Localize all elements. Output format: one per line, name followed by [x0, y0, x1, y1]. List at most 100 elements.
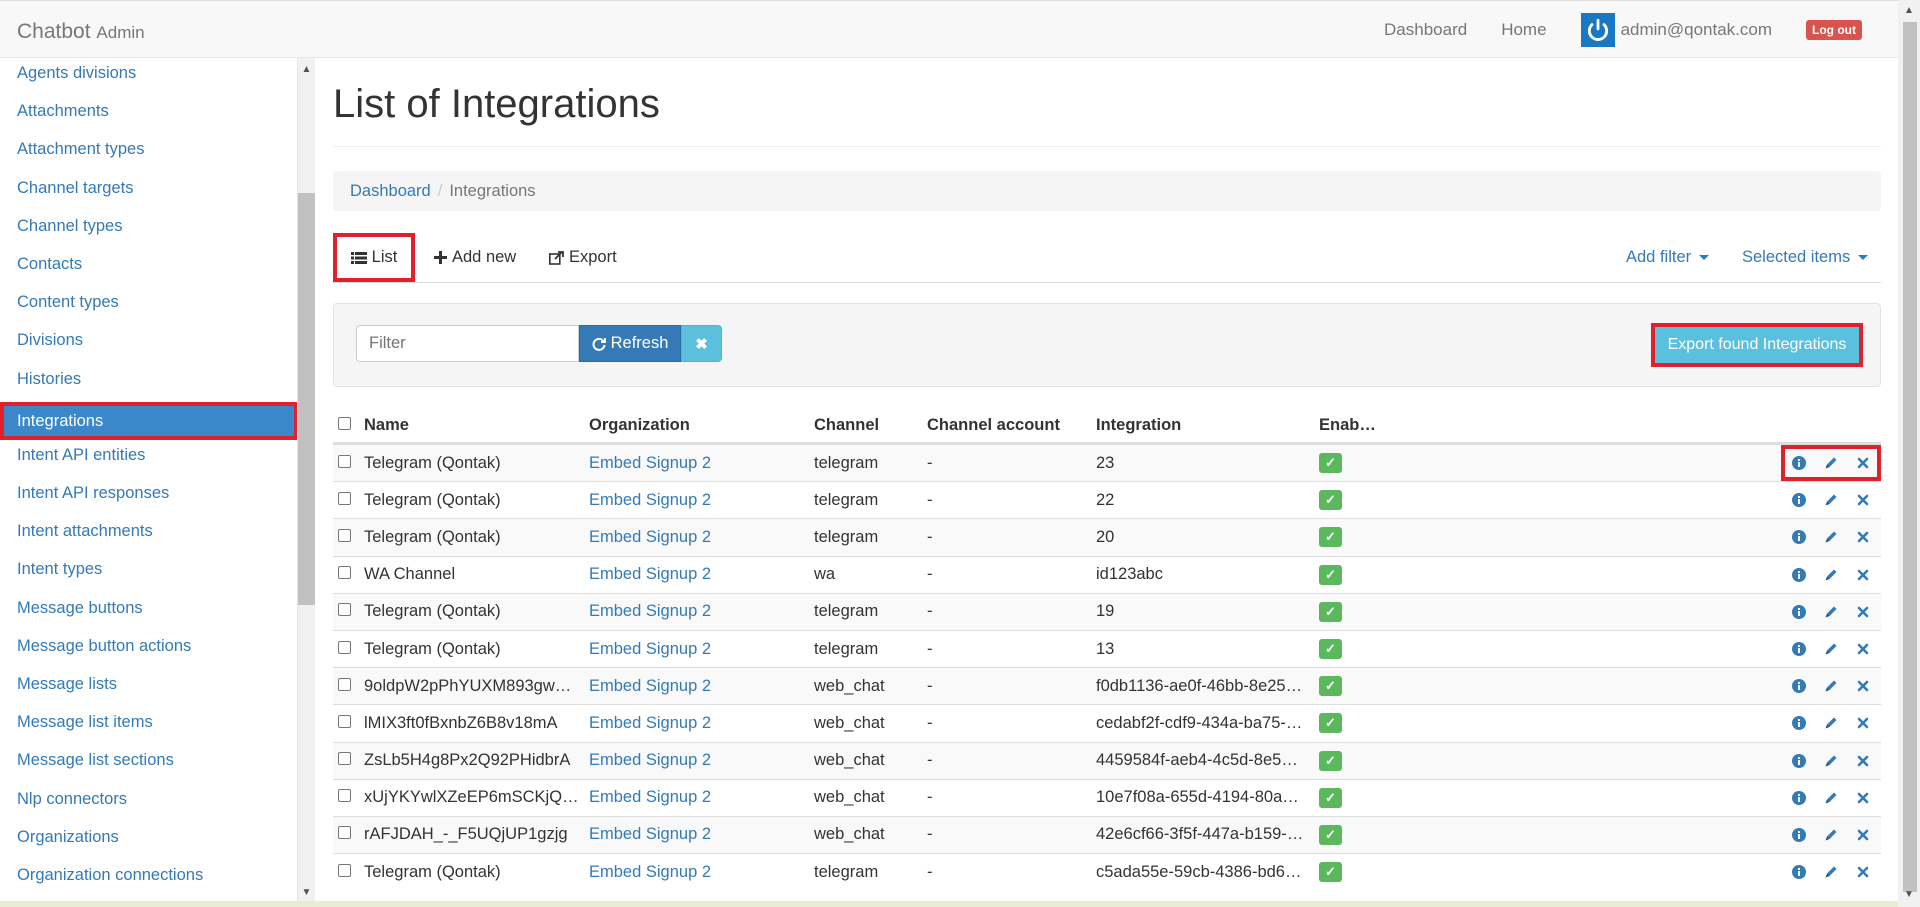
cell-organization-link[interactable]: Embed Signup 2 — [589, 640, 799, 659]
info-icon[interactable] — [1791, 492, 1807, 508]
info-icon[interactable] — [1791, 790, 1807, 806]
pencil-icon[interactable] — [1823, 529, 1839, 545]
pencil-icon[interactable] — [1823, 455, 1839, 471]
pencil-icon[interactable] — [1823, 790, 1839, 806]
pencil-icon[interactable] — [1823, 827, 1839, 843]
close-icon[interactable] — [1855, 567, 1871, 583]
cell-organization-link[interactable]: Embed Signup 2 — [589, 825, 799, 844]
close-icon[interactable] — [1855, 790, 1871, 806]
row-checkbox[interactable] — [338, 566, 351, 580]
cell-organization-link[interactable]: Embed Signup 2 — [589, 714, 799, 733]
row-checkbox[interactable] — [338, 677, 351, 691]
row-checkbox[interactable] — [338, 826, 351, 840]
sidebar-item-message-button-actions[interactable]: Message button actions — [0, 631, 297, 669]
refresh-button[interactable]: Refresh — [579, 325, 681, 362]
nav-home-link[interactable]: Home — [1501, 20, 1546, 40]
row-checkbox[interactable] — [338, 640, 351, 654]
cell-organization-link[interactable]: Embed Signup 2 — [589, 528, 799, 547]
close-icon[interactable] — [1855, 827, 1871, 843]
info-icon[interactable] — [1791, 604, 1807, 620]
sidebar-item-message-lists[interactable]: Message lists — [0, 669, 297, 707]
sidebar-item-attachments[interactable]: Attachments — [0, 96, 297, 134]
cell-organization-link[interactable]: Embed Signup 2 — [589, 454, 799, 473]
close-icon[interactable] — [1855, 604, 1871, 620]
sidebar-item-intent-api-responses[interactable]: Intent API responses — [0, 478, 297, 516]
row-checkbox[interactable] — [338, 863, 351, 877]
cell-organization-link[interactable]: Embed Signup 2 — [589, 677, 799, 696]
row-checkbox[interactable] — [338, 752, 351, 766]
close-icon[interactable] — [1855, 864, 1871, 880]
info-icon[interactable] — [1791, 827, 1807, 843]
clear-filter-button[interactable]: ✖ — [681, 325, 722, 362]
row-checkbox[interactable] — [338, 714, 351, 728]
export-found-button[interactable]: Export found Integrations — [1651, 323, 1863, 367]
sidebar-item-intent-types[interactable]: Intent types — [0, 554, 297, 592]
close-icon[interactable] — [1855, 641, 1871, 657]
pencil-icon[interactable] — [1823, 641, 1839, 657]
sidebar-scrollbar-thumb[interactable] — [298, 193, 315, 605]
tab-export[interactable]: Export — [549, 233, 617, 282]
sidebar-item-histories[interactable]: Histories — [0, 364, 297, 402]
pencil-icon[interactable] — [1823, 567, 1839, 583]
cell-organization-link[interactable]: Embed Signup 2 — [589, 602, 799, 621]
sidebar-item-agents-divisions[interactable]: Agents divisions — [0, 58, 297, 96]
row-checkbox[interactable] — [338, 528, 351, 542]
pencil-icon[interactable] — [1823, 715, 1839, 731]
sidebar-scroll-down-arrow-icon[interactable]: ▼ — [298, 884, 315, 901]
info-icon[interactable] — [1791, 864, 1807, 880]
info-icon[interactable] — [1791, 567, 1807, 583]
sidebar-item-contacts[interactable]: Contacts — [0, 249, 297, 287]
column-header-name[interactable]: Name — [364, 416, 579, 435]
sidebar-item-intent-attachments[interactable]: Intent attachments — [0, 516, 297, 554]
filter-input[interactable] — [356, 325, 579, 362]
close-icon[interactable] — [1855, 715, 1871, 731]
sidebar-item-message-list-sections[interactable]: Message list sections — [0, 745, 297, 783]
sidebar-item-divisions[interactable]: Divisions — [0, 325, 297, 363]
pencil-icon[interactable] — [1823, 864, 1839, 880]
pencil-icon[interactable] — [1823, 753, 1839, 769]
row-checkbox[interactable] — [338, 789, 351, 803]
page-scroll-up-arrow-icon[interactable]: ▲ — [1902, 2, 1916, 19]
sidebar-item-message-list-items[interactable]: Message list items — [0, 707, 297, 745]
info-icon[interactable] — [1791, 455, 1807, 471]
close-icon[interactable] — [1855, 678, 1871, 694]
info-icon[interactable] — [1791, 753, 1807, 769]
close-icon[interactable] — [1855, 529, 1871, 545]
sidebar-item-message-buttons[interactable]: Message buttons — [0, 593, 297, 631]
logout-button[interactable]: Log out — [1806, 20, 1862, 40]
info-icon[interactable] — [1791, 715, 1807, 731]
column-header-channel[interactable]: Channel — [814, 416, 924, 435]
brand[interactable]: Chatbot Admin — [17, 20, 145, 44]
page-scrollbar-thumb[interactable] — [1903, 22, 1917, 892]
close-icon[interactable] — [1855, 753, 1871, 769]
cell-organization-link[interactable]: Embed Signup 2 — [589, 788, 799, 807]
cell-organization-link[interactable]: Embed Signup 2 — [589, 863, 799, 882]
column-header-organization[interactable]: Organization — [589, 416, 799, 435]
close-icon[interactable] — [1855, 492, 1871, 508]
pencil-icon[interactable] — [1823, 678, 1839, 694]
sidebar-item-intent-api-entities[interactable]: Intent API entities — [0, 440, 297, 478]
info-icon[interactable] — [1791, 678, 1807, 694]
add-filter-dropdown[interactable]: Add filter — [1626, 233, 1710, 282]
column-header-channel-account[interactable]: Channel account — [927, 416, 1087, 435]
user-menu[interactable]: admin@qontak.com — [1580, 13, 1772, 47]
info-icon[interactable] — [1791, 529, 1807, 545]
sidebar-item-organizations[interactable]: Organizations — [0, 822, 297, 860]
sidebar-item-channel-types[interactable]: Channel types — [0, 211, 297, 249]
column-header-enabled[interactable]: Enabled — [1319, 416, 1379, 435]
page-scroll-down-arrow-icon[interactable]: ▼ — [1902, 886, 1916, 903]
sidebar-item-attachment-types[interactable]: Attachment types — [0, 134, 297, 172]
tab-add-new[interactable]: Add new — [434, 233, 516, 282]
row-checkbox[interactable] — [338, 454, 351, 468]
sidebar-item-nlp-connectors[interactable]: Nlp connectors — [0, 784, 297, 822]
sidebar-item-content-types[interactable]: Content types — [0, 287, 297, 325]
sidebar-scroll-up-arrow-icon[interactable]: ▲ — [298, 61, 315, 78]
cell-organization-link[interactable]: Embed Signup 2 — [589, 491, 799, 510]
pencil-icon[interactable] — [1823, 604, 1839, 620]
row-checkbox[interactable] — [338, 491, 351, 505]
pencil-icon[interactable] — [1823, 492, 1839, 508]
selected-items-dropdown[interactable]: Selected items — [1742, 233, 1869, 282]
column-header-integration[interactable]: Integration — [1096, 416, 1306, 435]
nav-dashboard-link[interactable]: Dashboard — [1384, 20, 1467, 40]
sidebar-item-channel-targets[interactable]: Channel targets — [0, 173, 297, 211]
